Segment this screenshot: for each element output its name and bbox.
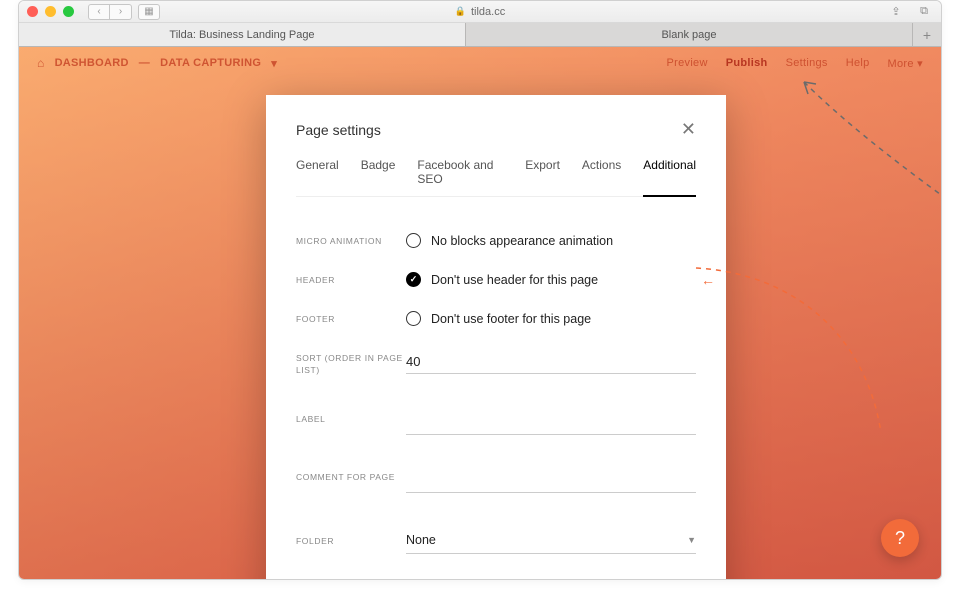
tab-overview-button[interactable]: ▦ xyxy=(138,4,160,20)
help-link[interactable]: Help xyxy=(846,57,870,70)
folder-value: None xyxy=(406,533,436,547)
maximize-window-button[interactable] xyxy=(63,6,74,17)
url-host: tilda.cc xyxy=(471,6,505,18)
address-bar[interactable]: 🔒 tilda.cc xyxy=(455,6,505,18)
titlebar: ‹ › ▦ 🔒 tilda.cc ⇪ ⧉ xyxy=(19,1,941,23)
tab-badge[interactable]: Badge xyxy=(361,158,396,196)
settings-link[interactable]: Settings xyxy=(786,57,828,70)
label-header: HEADER xyxy=(296,272,406,287)
page-settings-modal: Page settings ✕ General Badge Facebook a… xyxy=(266,95,726,579)
nav-buttons: ‹ › xyxy=(88,4,132,20)
annotation-arrow-settings xyxy=(749,77,941,227)
app-topbar: ⌂ DASHBOARD — DATA CAPTURING ▾ Preview P… xyxy=(19,47,941,79)
home-icon[interactable]: ⌂ xyxy=(37,56,45,70)
field-micro-animation: MICRO ANIMATION No blocks appearance ani… xyxy=(296,221,696,260)
tab-actions[interactable]: Actions xyxy=(582,158,621,196)
help-fab[interactable]: ? xyxy=(881,519,919,557)
browser-window: ‹ › ▦ 🔒 tilda.cc ⇪ ⧉ Tilda: Business Lan… xyxy=(18,0,942,580)
label-micro-animation: MICRO ANIMATION xyxy=(296,233,406,248)
field-header: HEADER Don't use header for this page ← xyxy=(296,260,696,299)
modal-tabs: General Badge Facebook and SEO Export Ac… xyxy=(296,158,696,197)
close-window-button[interactable] xyxy=(27,6,38,17)
tab-general[interactable]: General xyxy=(296,158,339,196)
annotation-arrow-header: ← xyxy=(701,272,715,288)
tabs-button[interactable]: ⧉ xyxy=(915,4,933,20)
forward-button[interactable]: › xyxy=(110,4,132,20)
folder-select[interactable]: None ▼ xyxy=(406,533,696,554)
annotation-curve-header xyxy=(691,263,911,443)
back-button[interactable]: ‹ xyxy=(88,4,110,20)
preview-link[interactable]: Preview xyxy=(667,57,708,70)
share-button[interactable]: ⇪ xyxy=(887,4,905,20)
toolbar-right: ⇪ ⧉ xyxy=(887,4,933,20)
browser-tab-1[interactable]: Blank page xyxy=(466,23,913,46)
field-sort: SORT (ORDER IN PAGE LIST) xyxy=(296,338,696,389)
option-footer: Don't use footer for this page xyxy=(431,312,591,326)
lock-icon: 🔒 xyxy=(455,6,466,17)
tab-export[interactable]: Export xyxy=(525,158,560,196)
sort-input[interactable] xyxy=(406,350,696,374)
field-footer: FOOTER Don't use footer for this page xyxy=(296,299,696,338)
close-icon[interactable]: ✕ xyxy=(681,119,696,140)
option-header: Don't use header for this page xyxy=(431,273,598,287)
radio-micro-animation[interactable] xyxy=(406,233,421,248)
radio-header[interactable] xyxy=(406,272,421,287)
chevron-down-icon[interactable]: ▾ xyxy=(271,57,277,70)
label-input[interactable] xyxy=(406,411,696,435)
tab-facebook-seo[interactable]: Facebook and SEO xyxy=(417,158,503,196)
tabstrip: Tilda: Business Landing Page Blank page … xyxy=(19,23,941,47)
breadcrumb: ⌂ DASHBOARD — DATA CAPTURING ▾ xyxy=(37,56,277,70)
page-content: ⌂ DASHBOARD — DATA CAPTURING ▾ Preview P… xyxy=(19,47,941,579)
publish-link[interactable]: Publish xyxy=(726,57,768,70)
field-label: LABEL xyxy=(296,389,696,447)
minimize-window-button[interactable] xyxy=(45,6,56,17)
label-label: LABEL xyxy=(296,411,406,426)
window-controls xyxy=(27,6,74,17)
new-tab-button[interactable]: + xyxy=(913,23,941,46)
breadcrumb-dashboard[interactable]: DASHBOARD xyxy=(55,57,129,69)
topbar-actions: Preview Publish Settings Help More ▾ xyxy=(667,57,924,70)
modal-title: Page settings xyxy=(296,122,381,138)
label-sort: SORT (ORDER IN PAGE LIST) xyxy=(296,350,406,377)
field-folder: FOLDER None ▼ xyxy=(296,505,696,566)
option-micro-animation: No blocks appearance animation xyxy=(431,234,613,248)
browser-tab-0[interactable]: Tilda: Business Landing Page xyxy=(19,23,466,46)
breadcrumb-project[interactable]: DATA CAPTURING xyxy=(160,57,261,69)
field-comment: COMMENT FOR PAGE xyxy=(296,447,696,505)
breadcrumb-separator: — xyxy=(139,57,150,69)
radio-footer[interactable] xyxy=(406,311,421,326)
label-comment: COMMENT FOR PAGE xyxy=(296,469,406,484)
label-footer: FOOTER xyxy=(296,311,406,326)
label-folder: FOLDER xyxy=(296,533,406,548)
comment-input[interactable] xyxy=(406,469,696,493)
more-link[interactable]: More ▾ xyxy=(888,57,923,70)
tab-additional[interactable]: Additional xyxy=(643,158,696,197)
chevron-down-icon: ▼ xyxy=(687,535,696,545)
